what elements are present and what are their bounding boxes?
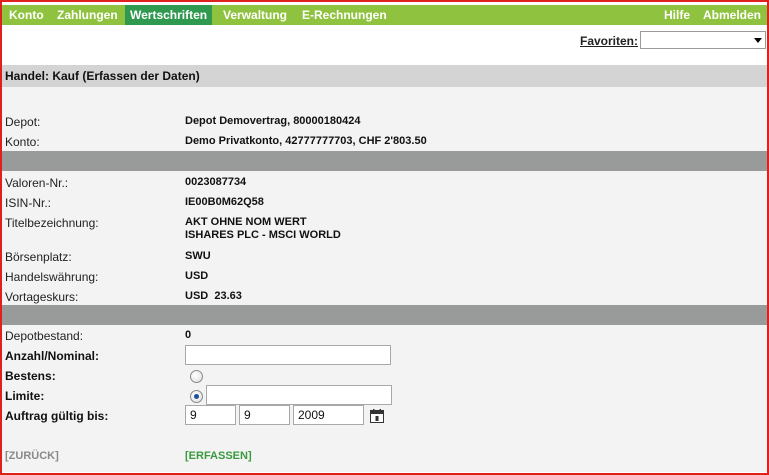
- limit-input[interactable]: [206, 385, 392, 405]
- nav-e-rechnungen[interactable]: E-Rechnungen: [302, 5, 387, 25]
- submit-button[interactable]: [ERFASSEN]: [185, 450, 252, 462]
- depot-value: Depot Demovertrag, 80000180424: [185, 115, 361, 127]
- valid-day-input[interactable]: [185, 405, 236, 425]
- title-line-1: AKT OHNE NOM WERT: [185, 216, 307, 228]
- isin-value: IE00B0M62Q58: [185, 196, 264, 208]
- page-title: Handel: Kauf (Erfassen der Daten): [5, 69, 200, 83]
- favorites-label[interactable]: Favoriten:: [580, 34, 638, 48]
- nav-verwaltung[interactable]: Verwaltung: [223, 5, 287, 25]
- currency-value: USD: [185, 270, 209, 282]
- chevron-down-icon: [754, 38, 762, 43]
- favorites-select[interactable]: [640, 31, 766, 49]
- nav-konto[interactable]: Konto: [9, 5, 44, 25]
- title-line-2: ISHARES PLC - MSCI WORLD: [185, 229, 341, 241]
- back-button[interactable]: [ZURÜCK]: [5, 450, 59, 462]
- depot-label: Depot:: [5, 115, 41, 129]
- konto-value: Demo Privatkonto, 42777777703, CHF 2'803…: [185, 135, 427, 147]
- valoren-value: 0023087734: [185, 176, 247, 188]
- valid-month-input[interactable]: [239, 405, 290, 425]
- quantity-input[interactable]: [185, 345, 391, 365]
- valid-until-label: Auftrag gültig bis:: [5, 409, 109, 423]
- section-divider: [2, 305, 767, 325]
- currency-label: Handelswährung:: [5, 270, 99, 284]
- nav-abmelden[interactable]: Abmelden: [703, 5, 761, 25]
- radio-selected-dot: [194, 394, 199, 399]
- price-label: Vortageskurs:: [5, 290, 79, 304]
- top-navigation: Konto Zahlungen Wertschriften Verwaltung…: [2, 5, 767, 25]
- favorites-row: Favoriten:: [2, 30, 767, 52]
- app-window: Konto Zahlungen Wertschriften Verwaltung…: [0, 0, 769, 475]
- market-order-radio[interactable]: [190, 370, 203, 383]
- holding-value: 0: [185, 329, 192, 341]
- exchange-label: Börsenplatz:: [5, 250, 72, 264]
- section-divider: [2, 151, 767, 171]
- exchange-value: SWU: [185, 250, 211, 262]
- section-header: Handel: Kauf (Erfassen der Daten): [2, 65, 767, 87]
- price-value: USD 23.63: [185, 290, 242, 302]
- valoren-label: Valoren-Nr.:: [5, 176, 69, 190]
- valid-year-input[interactable]: [293, 405, 364, 425]
- nav-wertschriften[interactable]: Wertschriften: [125, 5, 213, 25]
- nav-hilfe[interactable]: Hilfe: [664, 5, 690, 25]
- limit-label: Limite:: [5, 389, 45, 403]
- nav-zahlungen[interactable]: Zahlungen: [57, 5, 118, 25]
- title-label: Titelbezeichnung:: [5, 216, 99, 230]
- calendar-icon[interactable]: [370, 409, 384, 423]
- holding-label: Depotbestand:: [5, 329, 84, 343]
- quantity-label: Anzahl/Nominal:: [5, 349, 100, 363]
- limit-radio[interactable]: [190, 390, 203, 403]
- konto-label: Konto:: [5, 135, 40, 149]
- market-order-label: Bestens:: [5, 369, 56, 383]
- isin-label: ISIN-Nr.:: [5, 196, 52, 210]
